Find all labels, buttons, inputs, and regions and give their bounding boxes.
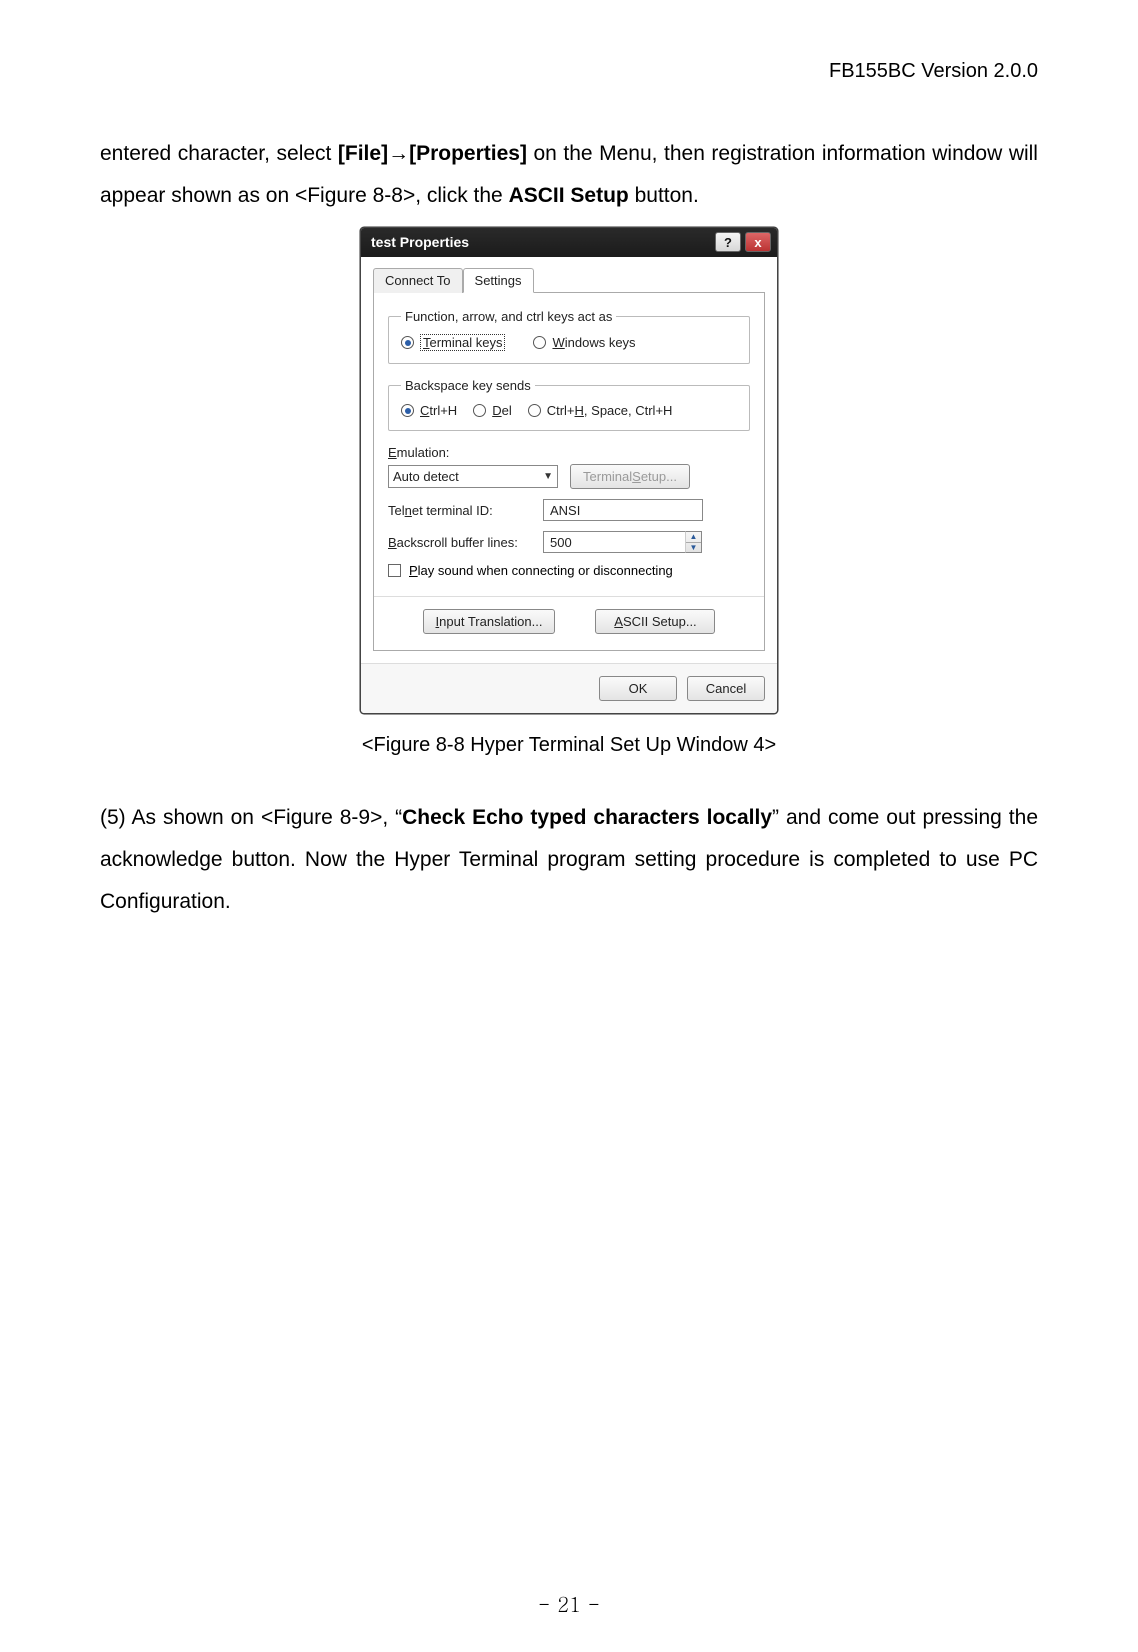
terminal-setup-button[interactable]: Terminal Setup... bbox=[570, 464, 690, 489]
radio-terminal-keys-label: erminal keys bbox=[430, 335, 503, 350]
ascii-setup-rest: SCII Setup... bbox=[623, 614, 697, 629]
tab-connect-to[interactable]: Connect To bbox=[373, 268, 463, 293]
backscroll-accel: B bbox=[388, 535, 397, 550]
input-translation-button[interactable]: Input Translation... bbox=[423, 609, 556, 634]
para1-pre: entered character, select bbox=[100, 142, 338, 165]
radio-windows-keys-accel: W bbox=[552, 335, 564, 350]
play-sound-label: lay sound when connecting or disconnecti… bbox=[418, 563, 673, 578]
group-backspace: Backspace key sends Ctrl+H Del bbox=[388, 378, 750, 431]
paragraph-2: (5) As shown on <Figure 8-9>, “Check Ech… bbox=[100, 797, 1038, 923]
para2-pre: (5) As shown on <Figure 8-9>, “ bbox=[100, 806, 402, 829]
header-version: FB155BC Version 2.0.0 bbox=[100, 60, 1038, 83]
emulation-label-accel: E bbox=[388, 445, 397, 460]
para1-menu1: [File] bbox=[338, 142, 388, 165]
properties-dialog: test Properties ? x Connect To Settings … bbox=[360, 227, 778, 714]
figure-caption: <Figure 8-8 Hyper Terminal Set Up Window… bbox=[100, 734, 1038, 757]
radio-ctrl-h-space[interactable]: Ctrl+H, Space, Ctrl+H bbox=[528, 403, 673, 418]
radio-ctrl-h-label: trl+H bbox=[429, 403, 457, 418]
group-function-keys-legend: Function, arrow, and ctrl keys act as bbox=[401, 309, 616, 324]
ok-button[interactable]: OK bbox=[599, 676, 677, 701]
chevron-down-icon: ▼ bbox=[543, 471, 553, 482]
telnet-id-input[interactable]: ANSI bbox=[543, 499, 703, 521]
ascii-setup-button[interactable]: ASCII Setup... bbox=[595, 609, 715, 634]
radio-windows-keys[interactable]: Windows keys bbox=[533, 335, 635, 350]
para1-arrow: → bbox=[388, 142, 409, 165]
emulation-combo[interactable]: Auto detect ▼ bbox=[388, 465, 558, 488]
paragraph-1: entered character, select [File]→[Proper… bbox=[100, 133, 1038, 217]
group-function-keys: Function, arrow, and ctrl keys act as Te… bbox=[388, 309, 750, 364]
dialog-footer: OK Cancel bbox=[361, 663, 777, 713]
spinner-down-icon[interactable]: ▼ bbox=[686, 543, 701, 553]
emulation-label-rest: mulation: bbox=[397, 445, 450, 460]
dialog-title-text: test Properties bbox=[371, 234, 469, 250]
radio-icon bbox=[528, 404, 541, 417]
para1-menu2: [Properties] bbox=[409, 142, 527, 165]
radio-icon bbox=[533, 336, 546, 349]
telnet-id-rest: et terminal ID: bbox=[412, 503, 493, 518]
ascii-setup-accel: A bbox=[614, 614, 623, 629]
settings-panel: Function, arrow, and ctrl keys act as Te… bbox=[373, 293, 765, 651]
help-button[interactable]: ? bbox=[715, 232, 741, 252]
page-number: - 21 - bbox=[0, 1589, 1138, 1618]
telnet-id-pre: Tel bbox=[388, 503, 405, 518]
radio-del-label: el bbox=[502, 403, 512, 418]
emulation-label: Emulation: bbox=[388, 445, 750, 460]
dialog-titlebar: test Properties ? x bbox=[361, 228, 777, 257]
tab-settings[interactable]: Settings bbox=[463, 268, 534, 293]
emulation-value: Auto detect bbox=[393, 469, 459, 484]
backscroll-label: Backscroll buffer lines: bbox=[388, 535, 523, 550]
group-backspace-legend: Backspace key sends bbox=[401, 378, 535, 393]
spinner-buttons[interactable]: ▲ ▼ bbox=[685, 531, 702, 553]
radio-ctrl-h-space-label: , Space, Ctrl+H bbox=[584, 403, 673, 418]
radio-del-accel: D bbox=[492, 403, 501, 418]
radio-ctrl-h-space-pre: Ctrl+ bbox=[547, 403, 575, 418]
play-sound-checkbox[interactable]: Play sound when connecting or disconnect… bbox=[388, 563, 750, 578]
tab-strip: Connect To Settings bbox=[373, 267, 765, 293]
backscroll-rest: ackscroll buffer lines: bbox=[397, 535, 518, 550]
separator bbox=[374, 596, 764, 597]
input-translation-rest: nput Translation... bbox=[439, 614, 542, 629]
radio-ctrl-h-space-accel: H bbox=[575, 403, 584, 418]
radio-ctrl-h[interactable]: Ctrl+H bbox=[401, 403, 457, 418]
spinner-up-icon[interactable]: ▲ bbox=[686, 532, 701, 543]
radio-ctrl-h-accel: C bbox=[420, 403, 429, 418]
telnet-id-label: Telnet terminal ID: bbox=[388, 503, 523, 518]
close-button[interactable]: x bbox=[745, 232, 771, 252]
checkbox-icon bbox=[388, 564, 401, 577]
terminal-setup-accel: S bbox=[632, 469, 641, 484]
terminal-setup-pre: Terminal bbox=[583, 469, 632, 484]
para1-btn: ASCII Setup bbox=[509, 184, 629, 207]
para1-post: button. bbox=[629, 184, 699, 207]
radio-icon bbox=[401, 336, 414, 349]
play-sound-accel: P bbox=[409, 563, 418, 578]
cancel-button[interactable]: Cancel bbox=[687, 676, 765, 701]
radio-icon bbox=[473, 404, 486, 417]
backscroll-value[interactable]: 500 bbox=[543, 531, 685, 553]
radio-windows-keys-label: indows keys bbox=[565, 335, 636, 350]
telnet-id-accel: n bbox=[405, 503, 412, 518]
radio-terminal-keys[interactable]: Terminal keys bbox=[401, 334, 505, 351]
radio-icon bbox=[401, 404, 414, 417]
para2-bold: Check Echo typed characters locally bbox=[402, 806, 772, 829]
backscroll-spinner[interactable]: 500 ▲ ▼ bbox=[543, 531, 702, 553]
radio-del[interactable]: Del bbox=[473, 403, 512, 418]
terminal-setup-rest: etup... bbox=[641, 469, 677, 484]
